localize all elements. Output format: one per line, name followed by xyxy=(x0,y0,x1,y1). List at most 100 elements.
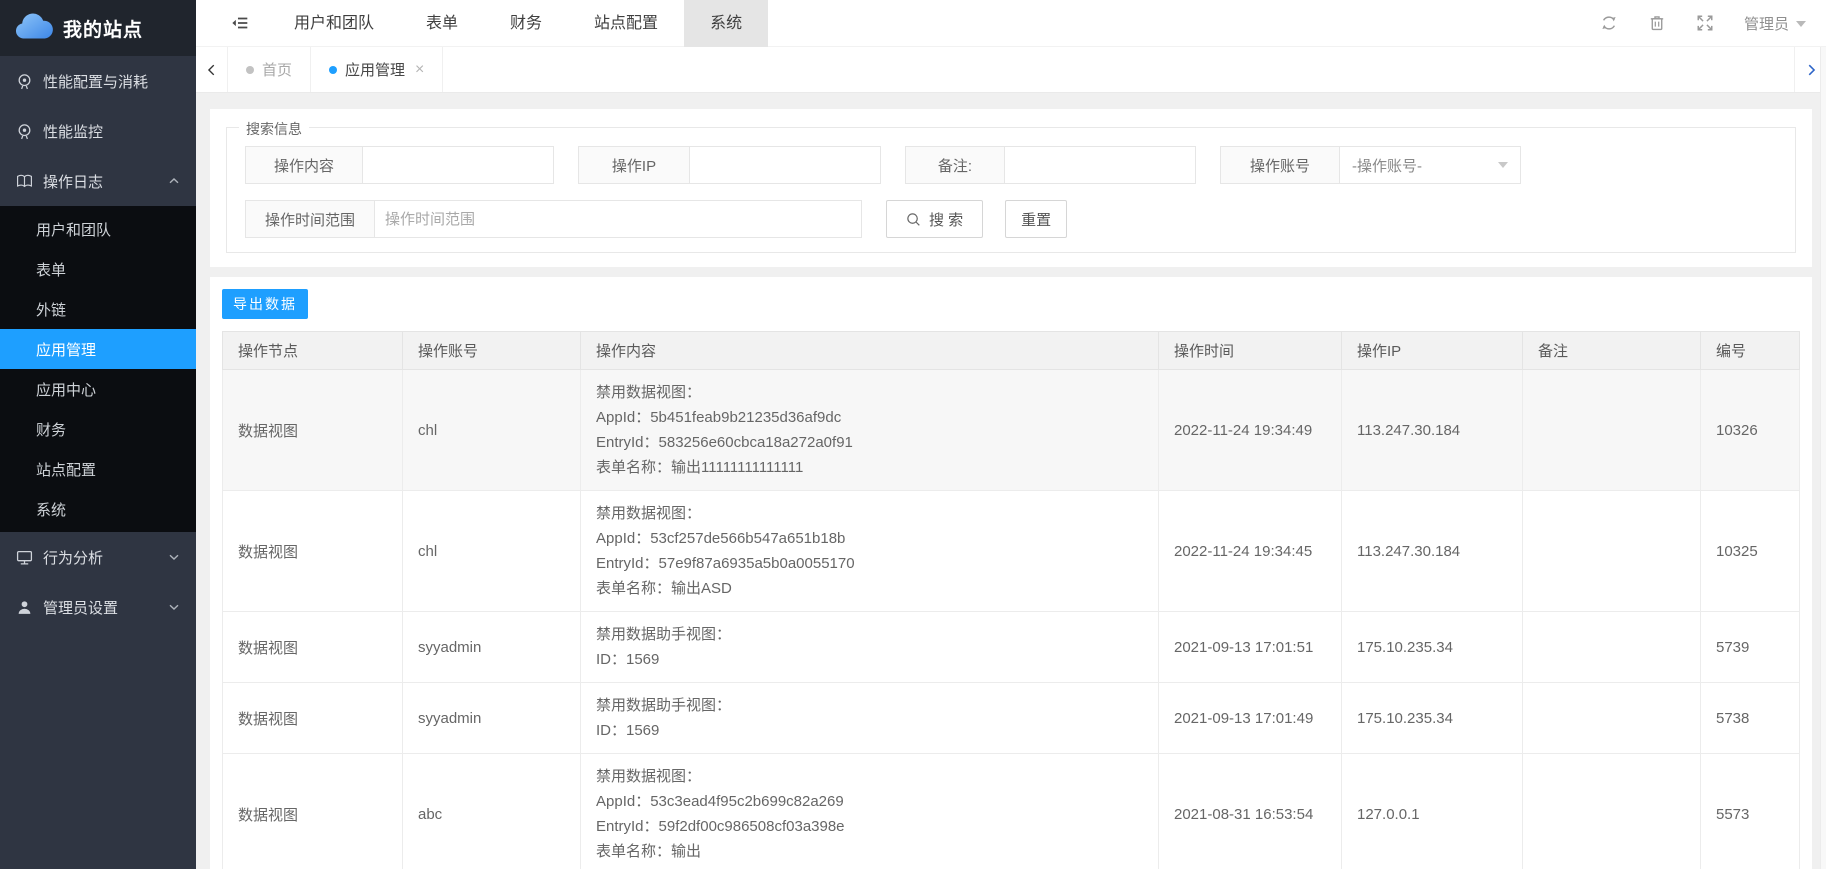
select-value: -操作账号- xyxy=(1352,155,1422,176)
trash-icon[interactable] xyxy=(1648,14,1666,32)
search-legend: 搜索信息 xyxy=(239,119,309,139)
app-root: 我的站点 性能配置与消耗性能监控操作日志用户和团队表单外链应用管理应用中心财务站… xyxy=(0,0,1826,869)
column-header: 备注 xyxy=(1523,332,1701,370)
search-field-input[interactable] xyxy=(362,146,554,184)
content-line: 禁用数据视图： xyxy=(596,380,1143,405)
chevron-down-icon xyxy=(168,551,180,563)
search-row-1: 操作内容操作IP备注:操作账号-操作账号- xyxy=(245,146,1777,184)
fullscreen-icon[interactable] xyxy=(1696,14,1714,32)
content-line: 禁用数据助手视图： xyxy=(596,622,1143,647)
signal-icon xyxy=(16,123,33,140)
chevron-down-icon xyxy=(1498,162,1508,168)
account-select[interactable]: -操作账号- xyxy=(1339,146,1521,184)
sidebar-item[interactable]: 行为分析 xyxy=(0,532,196,582)
main-area: 用户和团队表单财务站点配置系统 xyxy=(196,0,1826,869)
search-field-input[interactable] xyxy=(374,200,862,238)
table-header-row: 操作节点操作账号操作内容操作时间操作IP备注编号 xyxy=(223,332,1800,370)
column-header: 操作内容 xyxy=(581,332,1159,370)
cell-node: 数据视图 xyxy=(223,612,403,683)
cell-content: 禁用数据助手视图：ID：1569 xyxy=(581,612,1159,683)
chevron-down-icon xyxy=(168,601,180,613)
search-row-2: 操作时间范围 搜 索 重置 xyxy=(245,200,1777,238)
table-row[interactable]: 数据视图chl禁用数据视图：AppId：5b451feab9b21235d36a… xyxy=(223,370,1800,491)
cell-content: 禁用数据视图：AppId：5b451feab9b21235d36af9dcEnt… xyxy=(581,370,1159,491)
search-field: 操作时间范围 xyxy=(245,200,862,238)
sidebar-subitem[interactable]: 系统 xyxy=(0,489,196,529)
page-tab[interactable]: 首页 xyxy=(228,47,311,92)
cell-ip: 175.10.235.34 xyxy=(1342,683,1523,754)
cell-ip: 113.247.30.184 xyxy=(1342,491,1523,612)
content-line: ID：1569 xyxy=(596,718,1143,743)
sidebar-item[interactable]: 性能配置与消耗 xyxy=(0,56,196,106)
sidebar-subitem[interactable]: 表单 xyxy=(0,249,196,289)
page-content: 搜索信息 操作内容 操作IP 备注: 操作账号 -操作账号- 操作时间范围 搜 索 xyxy=(196,93,1826,869)
export-data-button[interactable]: 导出数据 xyxy=(222,289,308,319)
column-header: 操作节点 xyxy=(223,332,403,370)
sidebar-subitem[interactable]: 用户和团队 xyxy=(0,209,196,249)
topnav-menu: 用户和团队表单财务站点配置系统 xyxy=(268,0,768,47)
book-icon xyxy=(16,173,33,190)
search-field-label: 操作账号 xyxy=(1220,146,1340,184)
cell-account: abc xyxy=(403,754,581,869)
scrollbar[interactable] xyxy=(1820,47,1826,869)
collapse-menu-icon[interactable] xyxy=(230,14,250,32)
search-button[interactable]: 搜 索 xyxy=(886,200,983,238)
search-field: 备注: xyxy=(905,146,1196,184)
reset-button[interactable]: 重置 xyxy=(1005,200,1067,238)
table-row[interactable]: 数据视图abc禁用数据视图：AppId：53c3ead4f95c2b699c82… xyxy=(223,754,1800,869)
cell-account: chl xyxy=(403,491,581,612)
topnav-item[interactable]: 表单 xyxy=(400,0,484,47)
reset-button-label: 重置 xyxy=(1021,209,1051,230)
sidebar-subitem[interactable]: 财务 xyxy=(0,409,196,449)
search-field-label: 操作IP xyxy=(578,146,690,184)
cloud-icon xyxy=(12,11,54,46)
cell-node: 数据视图 xyxy=(223,370,403,491)
column-header: 操作时间 xyxy=(1159,332,1342,370)
content-line: EntryId：59f2df00c986508cf03a398e xyxy=(596,814,1143,839)
sidebar-subitem[interactable]: 应用中心 xyxy=(0,369,196,409)
sidebar-item[interactable]: 操作日志 xyxy=(0,156,196,206)
user-label: 管理员 xyxy=(1744,13,1789,34)
cell-content: 禁用数据视图：AppId：53cf257de566b547a651b18bEnt… xyxy=(581,491,1159,612)
logo[interactable]: 我的站点 xyxy=(0,0,196,56)
magnifier-icon xyxy=(906,212,921,227)
sidebar-item-label: 管理员设置 xyxy=(43,597,118,618)
monitor-icon xyxy=(16,549,33,566)
sidebar-item[interactable]: 管理员设置 xyxy=(0,582,196,632)
topnav: 用户和团队表单财务站点配置系统 xyxy=(196,0,1826,47)
cell-remark xyxy=(1523,491,1701,612)
search-panel: 搜索信息 操作内容操作IP备注:操作账号-操作账号- 操作时间范围 搜 索 xyxy=(210,109,1812,267)
signal-icon xyxy=(16,73,33,90)
sidebar: 我的站点 性能配置与消耗性能监控操作日志用户和团队表单外链应用管理应用中心财务站… xyxy=(0,0,196,869)
sidebar-subitem[interactable]: 应用管理 xyxy=(0,329,196,369)
search-field-input[interactable] xyxy=(1004,146,1196,184)
tab-scroll-left[interactable] xyxy=(196,47,228,92)
page-tab[interactable]: 应用管理× xyxy=(311,47,443,92)
cell-time: 2021-09-13 17:01:51 xyxy=(1159,612,1342,683)
refresh-icon[interactable] xyxy=(1600,14,1618,32)
column-header: 操作账号 xyxy=(403,332,581,370)
table-row[interactable]: 数据视图syyadmin禁用数据助手视图：ID：15692021-09-13 1… xyxy=(223,612,1800,683)
close-icon[interactable]: × xyxy=(415,61,424,79)
sidebar-subitem[interactable]: 外链 xyxy=(0,289,196,329)
table-row[interactable]: 数据视图chl禁用数据视图：AppId：53cf257de566b547a651… xyxy=(223,491,1800,612)
search-button-label: 搜 索 xyxy=(929,209,963,230)
caret-down-icon xyxy=(1796,21,1806,27)
topnav-item[interactable]: 站点配置 xyxy=(568,0,684,47)
sidebar-subitem[interactable]: 站点配置 xyxy=(0,449,196,489)
search-field-input[interactable] xyxy=(689,146,881,184)
topnav-right: 管理员 xyxy=(1600,13,1826,34)
topnav-item[interactable]: 系统 xyxy=(684,0,768,47)
tab-dot-icon xyxy=(246,66,254,74)
cell-time: 2022-11-24 19:34:49 xyxy=(1159,370,1342,491)
cell-remark xyxy=(1523,370,1701,491)
tab-dot-icon xyxy=(329,66,337,74)
user-menu[interactable]: 管理员 xyxy=(1744,13,1806,34)
table-row[interactable]: 数据视图syyadmin禁用数据助手视图：ID：15692021-09-13 1… xyxy=(223,683,1800,754)
topnav-item[interactable]: 财务 xyxy=(484,0,568,47)
topnav-item[interactable]: 用户和团队 xyxy=(268,0,400,47)
sidebar-item[interactable]: 性能监控 xyxy=(0,106,196,156)
content-line: 禁用数据视图： xyxy=(596,764,1143,789)
content-line: 禁用数据视图： xyxy=(596,501,1143,526)
content-line: 表单名称：输出 xyxy=(596,839,1143,864)
